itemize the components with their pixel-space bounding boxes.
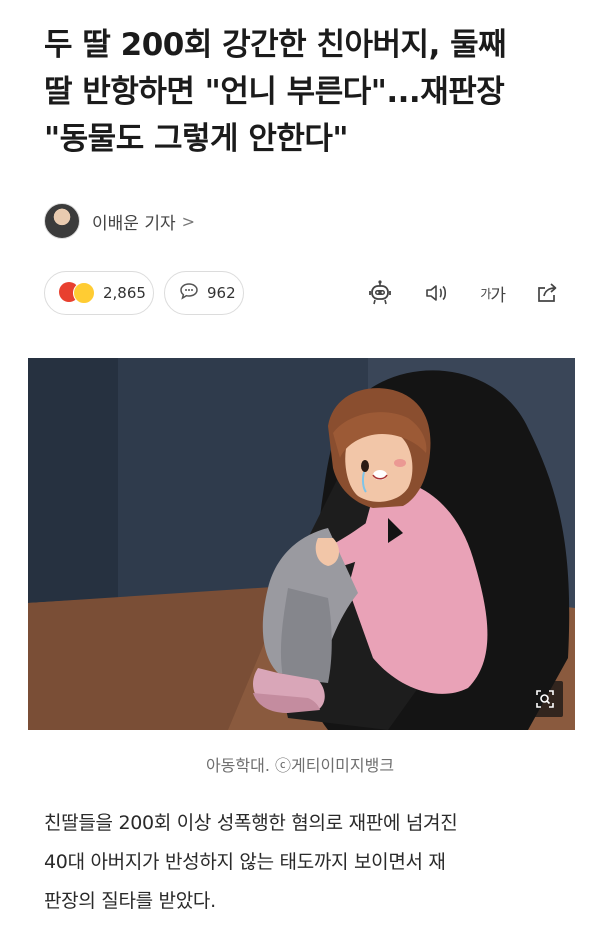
body-line: 40대 아버지가 반성하지 않는 태도까지 보이면서 재 [44,851,446,873]
reaction-count: 2,865 [103,284,146,302]
zoom-icon[interactable] [527,681,563,717]
article-tools: 가가 [366,279,559,307]
article-body: 친딸들을 200회 이상 성폭행한 혐의로 재판에 넘겨진 40대 아버지가 반… [44,804,569,921]
body-line: 판장의 질타를 받았다. [44,890,216,912]
font-size-icon[interactable]: 가가 [480,281,506,306]
comment-count: 962 [207,284,236,302]
article-headline: 두 딸 200회 강간한 친아버지, 둘째 딸 반항하면 "언니 부른다"...… [44,22,574,163]
byline: 이배운 기자 > [44,203,195,239]
headline-line: 딸 반항하면 "언니 부른다"...재판장 [44,74,505,110]
image-caption: 아동학대. ⓒ게티이미지뱅크 [205,756,395,775]
reaction-button[interactable]: 2,865 [44,271,154,315]
comment-button[interactable]: 962 [164,271,244,315]
body-line: 친딸들을 200회 이상 성폭행한 혐의로 재판에 넘겨진 [44,812,458,834]
headline-line: 두 딸 200회 강간한 친아버지, 둘째 [44,27,507,63]
article-action-bar: 2,865 962 가가 [44,270,559,316]
speaker-icon[interactable] [424,282,450,304]
crying-girl-illustration [28,358,575,730]
article-illustration[interactable] [28,358,575,730]
reporter-link[interactable]: 이배운 기자 > [92,209,195,234]
reporter-avatar[interactable] [44,203,80,239]
chevron-right-icon: > [181,211,196,231]
robot-icon[interactable] [366,279,394,307]
reporter-name: 이배운 기자 [92,213,176,234]
share-icon[interactable] [535,282,559,304]
angry-and-happy-emoji-icon [59,282,95,304]
headline-line: "동물도 그렇게 안한다" [44,121,349,157]
speech-bubble-icon [179,282,199,304]
